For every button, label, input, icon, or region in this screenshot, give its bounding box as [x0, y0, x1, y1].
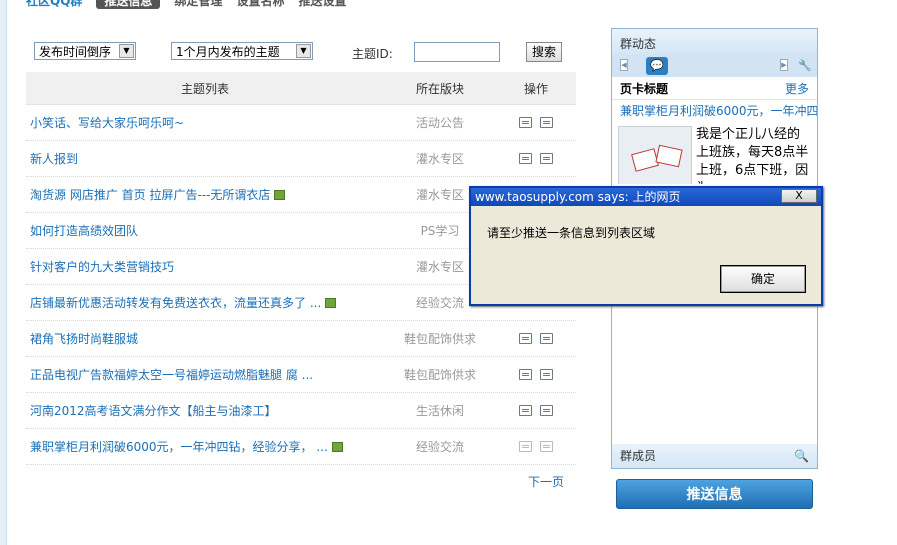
- more-link[interactable]: 更多: [785, 80, 809, 97]
- panel-toolbar: ◀ 💬 ▶ 🔧: [612, 55, 817, 77]
- list-view-icon[interactable]: [540, 441, 553, 452]
- members-label: 群成员: [620, 449, 657, 463]
- forum-cell: 灌水专区: [415, 152, 464, 166]
- topic-cell: 针对客户的九大类营销技巧: [26, 258, 384, 275]
- topic-title-link[interactable]: 如何打造高绩效团队: [30, 222, 138, 239]
- image-icon: [331, 441, 343, 452]
- topic-title-link[interactable]: 裙角飞扬时尚鞋服城: [30, 330, 138, 347]
- top-nav: 社区QQ群 推送信息 绑定管理 设置名称 推送设置: [26, 0, 346, 9]
- prev-arrow-icon[interactable]: ◀: [620, 59, 628, 71]
- list-view-icon[interactable]: [540, 117, 553, 128]
- dialog-ok-button[interactable]: 确定: [720, 265, 806, 293]
- forum-cell: 鞋包配饰供求: [403, 368, 476, 382]
- table-row: 河南2012高考语文满分作文【船主与油漆工】 生活休闲: [26, 393, 576, 429]
- list-view-icon[interactable]: [540, 153, 553, 164]
- topic-title-link[interactable]: 新人报到: [30, 150, 78, 167]
- panel-footer: 群成员 🔍: [612, 444, 817, 468]
- card-title: 页卡标题: [620, 81, 669, 96]
- topic-cell: 如何打造高绩效团队: [26, 222, 384, 239]
- topic-id-input[interactable]: [414, 42, 500, 62]
- tab-settings[interactable]: 推送设置: [298, 0, 346, 9]
- wrench-icon[interactable]: 🔧: [798, 59, 812, 72]
- actions-cell: [496, 369, 576, 380]
- filter-bar: 发布时间倒序 ▼ 1个月内发布的主题 ▼ 主题ID: 搜索: [34, 40, 574, 64]
- topic-cell: 兼职掌柜月利润破6000元，一年冲四钻，经验分享， ...: [26, 438, 384, 455]
- topic-title-link[interactable]: 针对客户的九大类营销技巧: [30, 258, 174, 275]
- dialog-close-button[interactable]: X: [781, 189, 817, 203]
- actions-cell: [496, 441, 576, 452]
- card-view-icon[interactable]: [519, 153, 532, 164]
- card-thumbnail: [618, 126, 692, 184]
- card-excerpt: 我是个正儿八经的上班族，每天8点半上班，6点下班，因为: [696, 127, 809, 184]
- topic-cell: 新人报到: [26, 150, 384, 167]
- search-button[interactable]: 搜索: [526, 42, 562, 62]
- topic-title-link[interactable]: 兼职掌柜月利润破6000元，一年冲四钻，经验分享， ...: [30, 438, 328, 455]
- topic-title-link[interactable]: 淘货源 网店推广 首页 拉屏广告---无所谓衣店: [30, 186, 270, 203]
- card-view-icon[interactable]: [519, 333, 532, 344]
- topic-cell: 裙角飞扬时尚鞋服城: [26, 330, 384, 347]
- actions-cell: [496, 153, 576, 164]
- chevron-down-icon: ▼: [119, 44, 134, 58]
- topic-cell: 淘货源 网店推广 首页 拉屏广告---无所谓衣店: [26, 186, 384, 203]
- forum-cell: 活动公告: [415, 116, 464, 130]
- table-row: 正品电视广告款福婷太空一号福婷运动燃脂魅腿 腐 ... 鞋包配饰供求: [26, 357, 576, 393]
- table-row: 裙角飞扬时尚鞋服城 鞋包配饰供求: [26, 321, 576, 357]
- forum-cell: 生活休闲: [415, 404, 464, 418]
- next-arrow-icon[interactable]: ▶: [780, 59, 788, 71]
- table-row: 新人报到 灌水专区: [26, 141, 576, 177]
- dialog-message: 请至少推送一条信息到列表区域: [487, 226, 656, 240]
- chevron-down-icon: ▼: [296, 44, 311, 58]
- card-view-icon[interactable]: [519, 405, 532, 416]
- time-select[interactable]: 1个月内发布的主题 ▼: [171, 42, 313, 60]
- actions-cell: [496, 405, 576, 416]
- table-header: 主题列表 所在版块 操作: [26, 72, 576, 105]
- panel-title: 群动态: [612, 29, 817, 55]
- topic-title-link[interactable]: 小笑话、写给大家乐呵乐呵~: [30, 114, 184, 131]
- card-body: 我是个正儿八经的上班族，每天8点半上班，6点下班，因为: [612, 122, 817, 184]
- brand-label: 社区QQ群: [26, 0, 83, 8]
- card-link[interactable]: 兼职掌柜月利润破6000元，一年冲四钻: [612, 100, 817, 122]
- topic-title-link[interactable]: 河南2012高考语文满分作文【船主与油漆工】: [30, 402, 277, 419]
- image-icon: [325, 297, 337, 308]
- topic-cell: 小笑话、写给大家乐呵乐呵~: [26, 114, 384, 131]
- sort-select[interactable]: 发布时间倒序 ▼: [34, 42, 136, 60]
- push-button[interactable]: 推送信息: [616, 479, 813, 509]
- tab-name[interactable]: 设置名称: [236, 0, 284, 9]
- list-view-icon[interactable]: [540, 405, 553, 416]
- topic-cell: 店铺最新优惠活动转发有免费送衣衣，流量还真多了 ...: [26, 294, 384, 311]
- list-view-icon[interactable]: [540, 333, 553, 344]
- col-forum: 所在版块: [415, 81, 464, 96]
- actions-cell: [496, 117, 576, 128]
- time-select-value: 1个月内发布的主题: [176, 45, 280, 59]
- left-border: [0, 0, 7, 545]
- col-topic: 主题列表: [180, 81, 229, 96]
- alert-dialog: www.taosupply.com says: 上的网页 X 请至少推送一条信息…: [469, 186, 823, 306]
- col-actions: 操作: [523, 81, 548, 96]
- list-view-icon[interactable]: [540, 369, 553, 380]
- tab-binding[interactable]: 绑定管理: [174, 0, 222, 9]
- topic-title-link[interactable]: 店铺最新优惠活动转发有免费送衣衣，流量还真多了 ...: [30, 294, 321, 311]
- card-header: 页卡标题 更多: [612, 77, 817, 100]
- sort-select-value: 发布时间倒序: [39, 45, 112, 59]
- actions-cell: [496, 333, 576, 344]
- card-view-icon[interactable]: [519, 369, 532, 380]
- tab-push[interactable]: 推送信息: [96, 0, 161, 9]
- forum-cell: 鞋包配饰供求: [403, 332, 476, 346]
- dialog-title: www.taosupply.com says: 上的网页: [475, 190, 681, 204]
- topic-cell: 河南2012高考语文满分作文【船主与油漆工】: [26, 402, 384, 419]
- table-row: 兼职掌柜月利润破6000元，一年冲四钻，经验分享， ... 经验交流: [26, 429, 576, 465]
- table-row: 小笑话、写给大家乐呵乐呵~ 活动公告: [26, 105, 576, 141]
- topic-cell: 正品电视广告款福婷太空一号福婷运动燃脂魅腿 腐 ...: [26, 366, 384, 383]
- chat-bubble-icon[interactable]: 💬: [646, 57, 668, 75]
- topic-title-link[interactable]: 正品电视广告款福婷太空一号福婷运动燃脂魅腿 腐 ...: [30, 366, 313, 383]
- topic-id-label: 主题ID:: [352, 47, 393, 61]
- card-view-icon[interactable]: [519, 117, 532, 128]
- image-icon: [274, 189, 286, 200]
- dialog-titlebar: www.taosupply.com says: 上的网页 X: [471, 188, 821, 206]
- forum-cell: 经验交流: [415, 440, 464, 454]
- card-view-icon[interactable]: [519, 441, 532, 452]
- next-page-link[interactable]: 下一页: [528, 473, 564, 490]
- search-icon[interactable]: 🔍: [794, 444, 809, 468]
